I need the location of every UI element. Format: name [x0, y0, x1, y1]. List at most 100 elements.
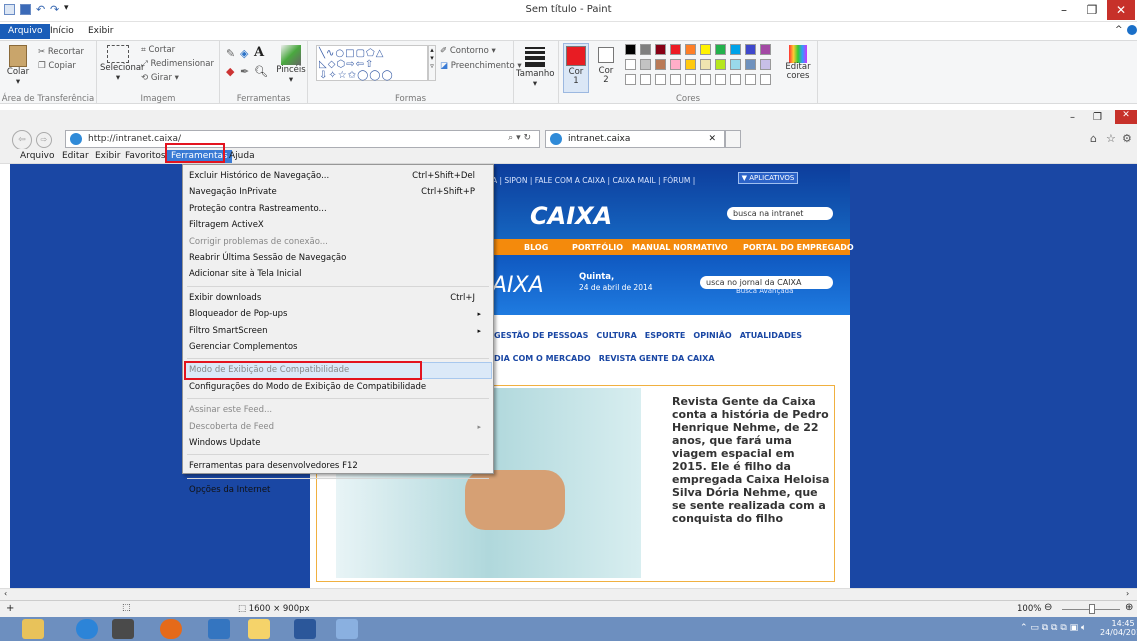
- dropdown-item[interactable]: Windows Update: [189, 435, 489, 451]
- fill-button[interactable]: ◪ Preenchimento ▾: [440, 61, 522, 71]
- tab-exibir[interactable]: Exibir: [80, 24, 121, 39]
- palette-swatch[interactable]: [640, 44, 651, 55]
- palette-empty-swatch[interactable]: [640, 74, 651, 85]
- browser-tab[interactable]: intranet.caixa ✕: [545, 130, 725, 148]
- shapes-gallery[interactable]: ╲∿○□▢⬠△ ◺◇⬡⇨⇦⇧ ⇩✧☆✩◯◯◯: [316, 45, 428, 81]
- palette-swatch[interactable]: [760, 59, 771, 70]
- cut-button[interactable]: ✂ Recortar: [38, 47, 84, 57]
- dropdown-item[interactable]: Gerenciar Complementos: [189, 339, 489, 355]
- dropdown-item[interactable]: Configurações do Modo de Exibição de Com…: [189, 379, 489, 395]
- home-icon[interactable]: ⌂: [1090, 132, 1097, 145]
- text-icon[interactable]: A: [254, 45, 264, 60]
- collapse-ribbon-icon[interactable]: ^: [1115, 25, 1123, 35]
- edit-colors-button[interactable]: Editar cores: [781, 45, 815, 81]
- palette-empty-swatch[interactable]: [730, 74, 741, 85]
- back-icon[interactable]: ⇦: [12, 130, 32, 150]
- shapes-scroll[interactable]: ▴ ▾ ▿: [428, 45, 436, 81]
- size-button[interactable]: Tamanho ▾: [516, 45, 554, 89]
- advanced-search-link[interactable]: Busca Avançada: [736, 287, 793, 295]
- paint-brush-taskbar-icon[interactable]: [336, 619, 358, 639]
- tray-icons[interactable]: ⌃ ▭ ⧉ ⧉ ⧉ ▣ 🔈︎: [1020, 623, 1086, 633]
- subnav-link[interactable]: ATUALIDADES: [740, 331, 802, 340]
- color2-button[interactable]: Cor 2: [593, 43, 619, 85]
- menu-editar[interactable]: Editar: [58, 150, 93, 163]
- zoom-in-icon[interactable]: ⊕: [1125, 602, 1133, 613]
- pencil-icon[interactable]: ✎: [226, 47, 235, 60]
- palette-swatch[interactable]: [700, 59, 711, 70]
- palette-swatch[interactable]: [715, 44, 726, 55]
- crop-button[interactable]: ⌗ Cortar: [141, 45, 175, 55]
- eraser-icon[interactable]: ◆: [226, 65, 234, 78]
- palette-empty-swatch[interactable]: [760, 74, 771, 85]
- copy-button[interactable]: ❐ Copiar: [38, 61, 76, 71]
- caixa-logo[interactable]: CAIXA: [530, 202, 612, 230]
- rotate-button[interactable]: ⟲ Girar ▾: [141, 73, 179, 83]
- palette-empty-swatch[interactable]: [670, 74, 681, 85]
- outline-button[interactable]: ✐ Contorno ▾: [440, 46, 496, 56]
- zoom-slider-thumb[interactable]: [1089, 604, 1095, 614]
- nav-manual[interactable]: MANUAL NORMATIVO: [632, 243, 728, 252]
- file-explorer-icon[interactable]: [22, 619, 44, 639]
- subnav-link[interactable]: DIA COM O MERCADO: [494, 354, 591, 363]
- favorites-icon[interactable]: ☆: [1106, 132, 1116, 145]
- select-button[interactable]: Selecionar ▾: [100, 45, 145, 83]
- dropdown-item[interactable]: Exibir downloads Ctrl+J: [189, 290, 489, 306]
- palette-empty-swatch[interactable]: [700, 74, 711, 85]
- close-button[interactable]: ✕: [1107, 0, 1135, 20]
- palette-swatch[interactable]: [745, 44, 756, 55]
- tab-close-icon[interactable]: ✕: [708, 134, 716, 144]
- palette-swatch[interactable]: [700, 44, 711, 55]
- color1-button[interactable]: Cor 1: [563, 43, 589, 93]
- scroll-left-icon[interactable]: ‹: [4, 589, 7, 598]
- palette-swatch[interactable]: [625, 44, 636, 55]
- dropdown-item[interactable]: Navegação InPrivate Ctrl+Shift+P: [189, 184, 489, 200]
- subnav-link[interactable]: GESTÃO DE PESSOAS: [494, 331, 588, 340]
- paint-taskbar-icon[interactable]: [248, 619, 270, 639]
- search-refresh-icon[interactable]: ⌕ ▾ ↻: [508, 133, 531, 143]
- ie-maximize-button[interactable]: ❐: [1093, 112, 1102, 123]
- subnav-link[interactable]: OPINIÃO: [693, 331, 731, 340]
- palette-swatch[interactable]: [670, 44, 681, 55]
- palette-swatch[interactable]: [655, 44, 666, 55]
- settings-icon[interactable]: ⚙: [1122, 132, 1132, 145]
- clock[interactable]: 14:4524/04/2014: [1100, 619, 1137, 637]
- horizontal-scrollbar[interactable]: ‹ ›: [0, 588, 1137, 600]
- forward-icon[interactable]: ⇨: [36, 132, 52, 148]
- internet-explorer-icon[interactable]: [76, 619, 98, 639]
- new-tab-button[interactable]: [725, 130, 741, 148]
- palette-swatch[interactable]: [670, 59, 681, 70]
- dropdown-item[interactable]: Excluir Histórico de Navegação... Ctrl+Sh…: [189, 168, 489, 184]
- menu-favoritos[interactable]: Favoritos: [121, 150, 170, 163]
- nav-portfolio[interactable]: PORTFÓLIO: [572, 243, 623, 252]
- color-picker-icon[interactable]: ✒: [240, 65, 249, 78]
- palette-swatch[interactable]: [730, 44, 741, 55]
- nav-blog[interactable]: BLOG: [524, 243, 548, 252]
- dropdown-item[interactable]: Filtragem ActiveX: [189, 217, 489, 233]
- palette-swatch[interactable]: [640, 59, 651, 70]
- help-icon[interactable]: [1127, 25, 1137, 35]
- intranet-search[interactable]: busca na intranet: [727, 207, 833, 220]
- apps-button[interactable]: ▼ APLICATIVOS: [738, 172, 798, 184]
- dropdown-item[interactable]: Bloqueador de Pop-ups ▸: [189, 306, 489, 322]
- fill-icon[interactable]: ◈: [240, 47, 248, 60]
- palette-empty-swatch[interactable]: [625, 74, 636, 85]
- ie-close-button[interactable]: ✕: [1115, 110, 1137, 124]
- brushes-button[interactable]: Pincéis ▾: [276, 45, 306, 85]
- ie-minimize-button[interactable]: –: [1070, 112, 1075, 123]
- word-icon[interactable]: [294, 619, 316, 639]
- palette-swatch[interactable]: [745, 59, 756, 70]
- menu-ajuda[interactable]: Ajuda: [225, 150, 259, 163]
- dropdown-item[interactable]: Reabrir Última Sessão de Navegação: [189, 250, 489, 266]
- menu-arquivo[interactable]: Arquivo: [16, 150, 58, 163]
- palette-swatch[interactable]: [655, 59, 666, 70]
- subnav-link[interactable]: ESPORTE: [645, 331, 686, 340]
- dropdown-item[interactable]: Ferramentas para desenvolvedores F12: [189, 458, 489, 474]
- palette-swatch[interactable]: [625, 59, 636, 70]
- top-links[interactable]: A | SIPON | FALE COM A CAIXA | CAIXA MAI…: [492, 176, 695, 185]
- resize-button[interactable]: ⤢ Redimensionar: [141, 59, 214, 69]
- scroll-right-icon[interactable]: ›: [1126, 589, 1129, 598]
- palette-empty-swatch[interactable]: [685, 74, 696, 85]
- article-text[interactable]: Revista Gente da Caixa conta a história …: [672, 395, 832, 525]
- lync-icon[interactable]: [208, 619, 230, 639]
- palette-swatch[interactable]: [715, 59, 726, 70]
